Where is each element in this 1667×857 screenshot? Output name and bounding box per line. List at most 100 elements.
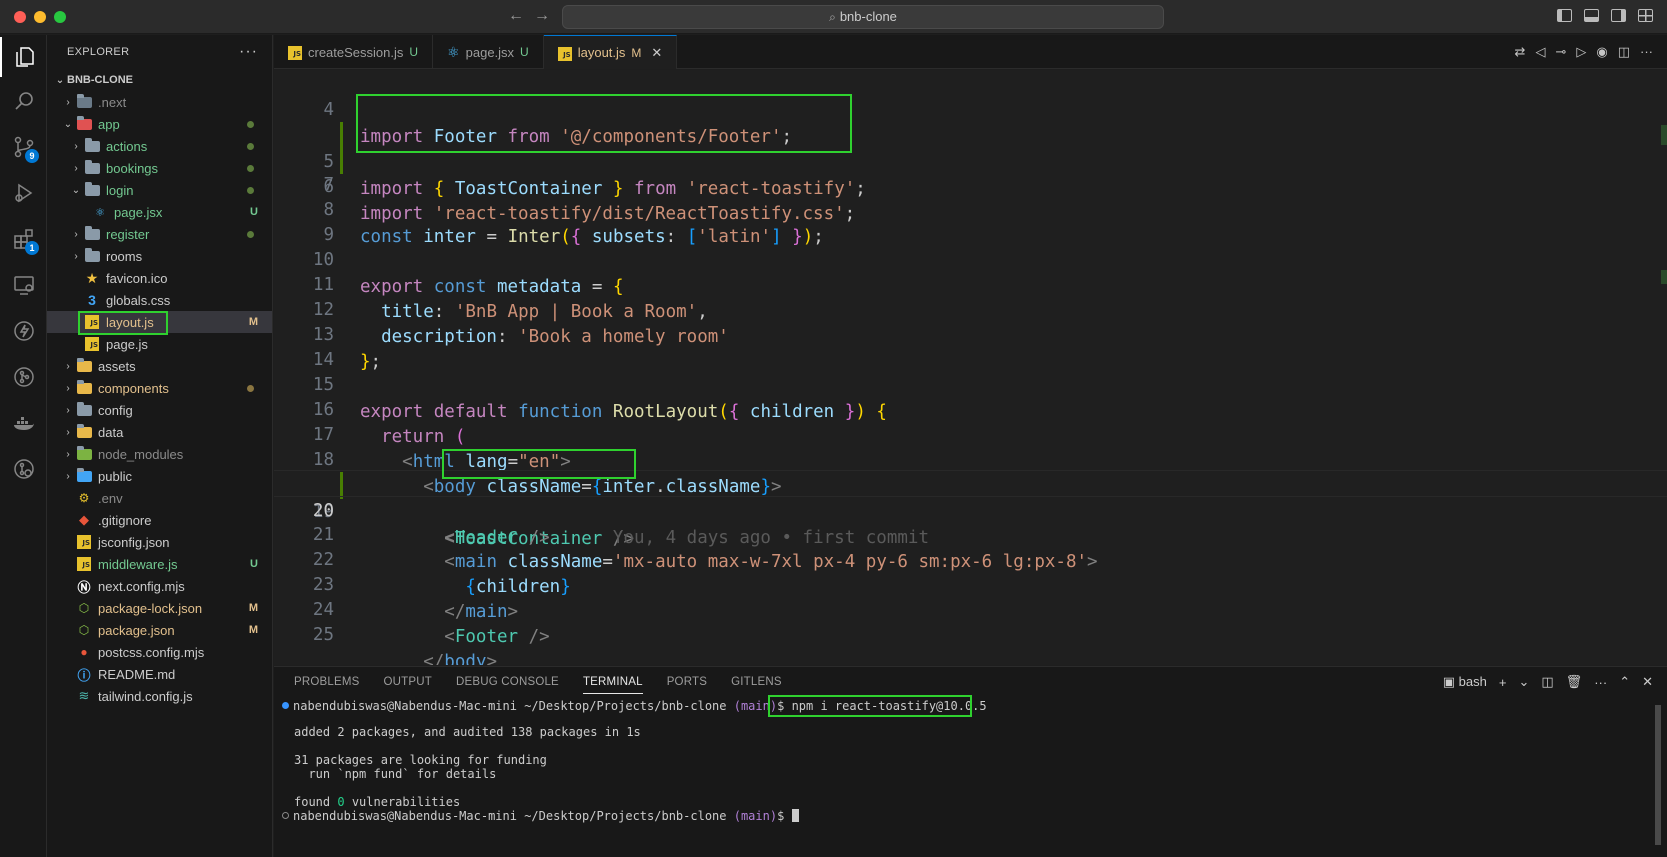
- tab-terminal[interactable]: TERMINAL: [582, 676, 643, 694]
- tree-item-readme[interactable]: ⓘ README.md: [47, 663, 272, 685]
- terminal-prompt-line: nabendubiswas@Nabendus-Mac-mini ~/Deskto…: [282, 809, 799, 823]
- tree-item-favicon[interactable]: ★ favicon.ico: [47, 267, 272, 289]
- command-center-search[interactable]: ⌕ bnb-clone: [562, 5, 1164, 29]
- code-line: 10 export const metadata = {: [312, 250, 624, 297]
- gitlens-icon[interactable]: [0, 357, 47, 397]
- tree-item-actions[interactable]: › actions: [47, 135, 272, 157]
- close-tab-icon[interactable]: ✕: [651, 45, 662, 61]
- tree-item-page-js[interactable]: JS page.js: [47, 333, 272, 355]
- remote-explorer-icon[interactable]: [0, 265, 47, 305]
- more-actions-icon[interactable]: ···: [239, 43, 258, 61]
- explorer-icon[interactable]: [0, 37, 47, 77]
- source-control-icon[interactable]: 9: [0, 127, 47, 167]
- tree-item-data[interactable]: › data: [47, 421, 272, 443]
- tree-item-package-json[interactable]: ⬡ package.json M: [47, 619, 272, 641]
- tree-item-login-page-jsx[interactable]: ⚛ page.jsx U: [47, 201, 272, 223]
- tab-problems[interactable]: PROBLEMS: [294, 676, 360, 688]
- folder-icon: [83, 247, 101, 264]
- code-line: 18 <body className={inter.className}>: [312, 450, 782, 497]
- extensions-badge: 1: [25, 241, 39, 255]
- chevron-down-icon[interactable]: ⌄: [1518, 674, 1529, 690]
- chevron-right-icon: ›: [66, 448, 70, 460]
- terminal-profile[interactable]: ▣ bash: [1443, 674, 1487, 690]
- tree-item-tailwind-config[interactable]: ≋ tailwind.config.js: [47, 685, 272, 707]
- split-terminal-icon[interactable]: ◫: [1541, 674, 1553, 690]
- tree-item-layout-js[interactable]: JS layout.js M: [47, 311, 272, 333]
- code-line: 12 description: 'Book a homely room': [312, 300, 729, 347]
- trash-icon[interactable]: 🗑: [1566, 674, 1583, 690]
- tree-item-next-config[interactable]: Ⓝ next.config.mjs: [47, 575, 272, 597]
- tree-item-jsconfig[interactable]: JS jsconfig.json: [47, 531, 272, 553]
- code-line: 13 };: [312, 325, 382, 372]
- tree-item-app[interactable]: ⌄ app: [47, 113, 272, 135]
- javascript-icon: JS: [83, 336, 101, 352]
- tree-item-next[interactable]: › .next: [47, 91, 272, 113]
- tab-output[interactable]: OUTPUT: [384, 676, 432, 688]
- more-actions-icon[interactable]: ···: [1640, 44, 1653, 60]
- tab-create-session[interactable]: JS createSession.js U: [274, 35, 434, 69]
- tree-item-globals-css[interactable]: 3 globals.css: [47, 289, 272, 311]
- tree-item-login[interactable]: ⌄ login: [47, 179, 272, 201]
- tree-item-config[interactable]: › config: [47, 399, 272, 421]
- maximize-window-button[interactable]: [54, 11, 66, 23]
- tree-item-middleware[interactable]: JS middleware.js U: [47, 553, 272, 575]
- tree-item-node-modules[interactable]: › node_modules: [47, 443, 272, 465]
- forward-arrow-icon[interactable]: →: [534, 7, 550, 25]
- tab-debug-console[interactable]: DEBUG CONSOLE: [456, 676, 559, 688]
- javascript-icon: JS: [288, 44, 302, 60]
- code-line: 17 <html lang="en">: [312, 425, 571, 472]
- activity-bar: 9 1: [0, 35, 47, 857]
- minimize-window-button[interactable]: [34, 11, 46, 23]
- tree-item-rooms[interactable]: › rooms: [47, 245, 272, 267]
- tree-item-components[interactable]: › components: [47, 377, 272, 399]
- customize-layout-icon[interactable]: [1638, 9, 1653, 22]
- tab-page-jsx[interactable]: ⚛ page.jsx U: [433, 35, 544, 69]
- docker-icon[interactable]: [0, 403, 47, 443]
- gitlens-commit-icon[interactable]: ⊸: [1555, 44, 1566, 60]
- tab-ports[interactable]: PORTS: [667, 676, 707, 688]
- tree-item-gitignore[interactable]: ◆ .gitignore: [47, 509, 272, 531]
- modified-dot: [247, 230, 254, 238]
- git-history-icon[interactable]: [0, 449, 47, 489]
- tree-item-package-lock[interactable]: ⬡ package-lock.json M: [47, 597, 272, 619]
- search-icon[interactable]: [0, 81, 47, 121]
- compare-changes-icon[interactable]: ⇄: [1515, 44, 1526, 60]
- tailwind-icon: ≋: [78, 688, 90, 703]
- tab-layout-js[interactable]: JS layout.js M ✕: [543, 35, 678, 69]
- tree-item-assets[interactable]: › assets: [47, 355, 272, 377]
- maximize-panel-icon[interactable]: ⌃: [1619, 674, 1630, 690]
- new-terminal-icon[interactable]: +: [1499, 675, 1507, 690]
- terminal-prompt-line: nabendubiswas@Nabendus-Mac-mini ~/Deskto…: [282, 699, 987, 713]
- thunder-client-icon[interactable]: [0, 311, 47, 351]
- code-line: 6 import 'react-toastify/dist/ReactToast…: [274, 120, 1667, 224]
- tree-item-public[interactable]: › public: [47, 465, 272, 487]
- tab-gitlens[interactable]: GITLENS: [731, 676, 782, 688]
- close-window-button[interactable]: [14, 11, 26, 23]
- toggle-panel-icon[interactable]: [1584, 9, 1599, 22]
- project-root[interactable]: ⌄ BNB-CLONE: [47, 69, 272, 91]
- code-editor[interactable]: 4 import Footer from '@/components/Foote…: [274, 70, 1667, 665]
- gitlens-previous-icon[interactable]: ◁: [1535, 44, 1545, 60]
- title-bar: ← → ⌕ bnb-clone: [0, 0, 1667, 34]
- code-line: 24 <Footer />: [312, 600, 550, 647]
- gitlens-next-icon[interactable]: ▷: [1576, 44, 1586, 60]
- split-editor-icon[interactable]: ◫: [1618, 44, 1630, 60]
- more-actions-icon[interactable]: ···: [1594, 675, 1607, 690]
- tree-item-register[interactable]: › register: [47, 223, 272, 245]
- folder-icon: [75, 93, 93, 110]
- gitlens-inspect-icon[interactable]: ◉: [1596, 44, 1607, 60]
- tree-item-bookings[interactable]: › bookings: [47, 157, 272, 179]
- code-line: 8 const inter = Inter({ subsets: ['latin…: [323, 200, 824, 247]
- extensions-icon[interactable]: 1: [0, 219, 47, 259]
- tree-item-postcss-config[interactable]: ● postcss.config.mjs: [47, 641, 272, 663]
- tree-item-env[interactable]: ⚙ .env: [47, 487, 272, 509]
- folder-icon: [75, 357, 93, 374]
- toggle-primary-sidebar-icon[interactable]: [1557, 9, 1572, 22]
- run-debug-icon[interactable]: [0, 173, 47, 213]
- chevron-right-icon: ›: [66, 360, 70, 372]
- terminal-scrollbar[interactable]: [1655, 705, 1661, 845]
- back-arrow-icon[interactable]: ←: [508, 7, 524, 25]
- toggle-secondary-sidebar-icon[interactable]: [1611, 9, 1626, 22]
- close-panel-icon[interactable]: ✕: [1642, 674, 1653, 690]
- package-icon: ⬡: [78, 601, 90, 615]
